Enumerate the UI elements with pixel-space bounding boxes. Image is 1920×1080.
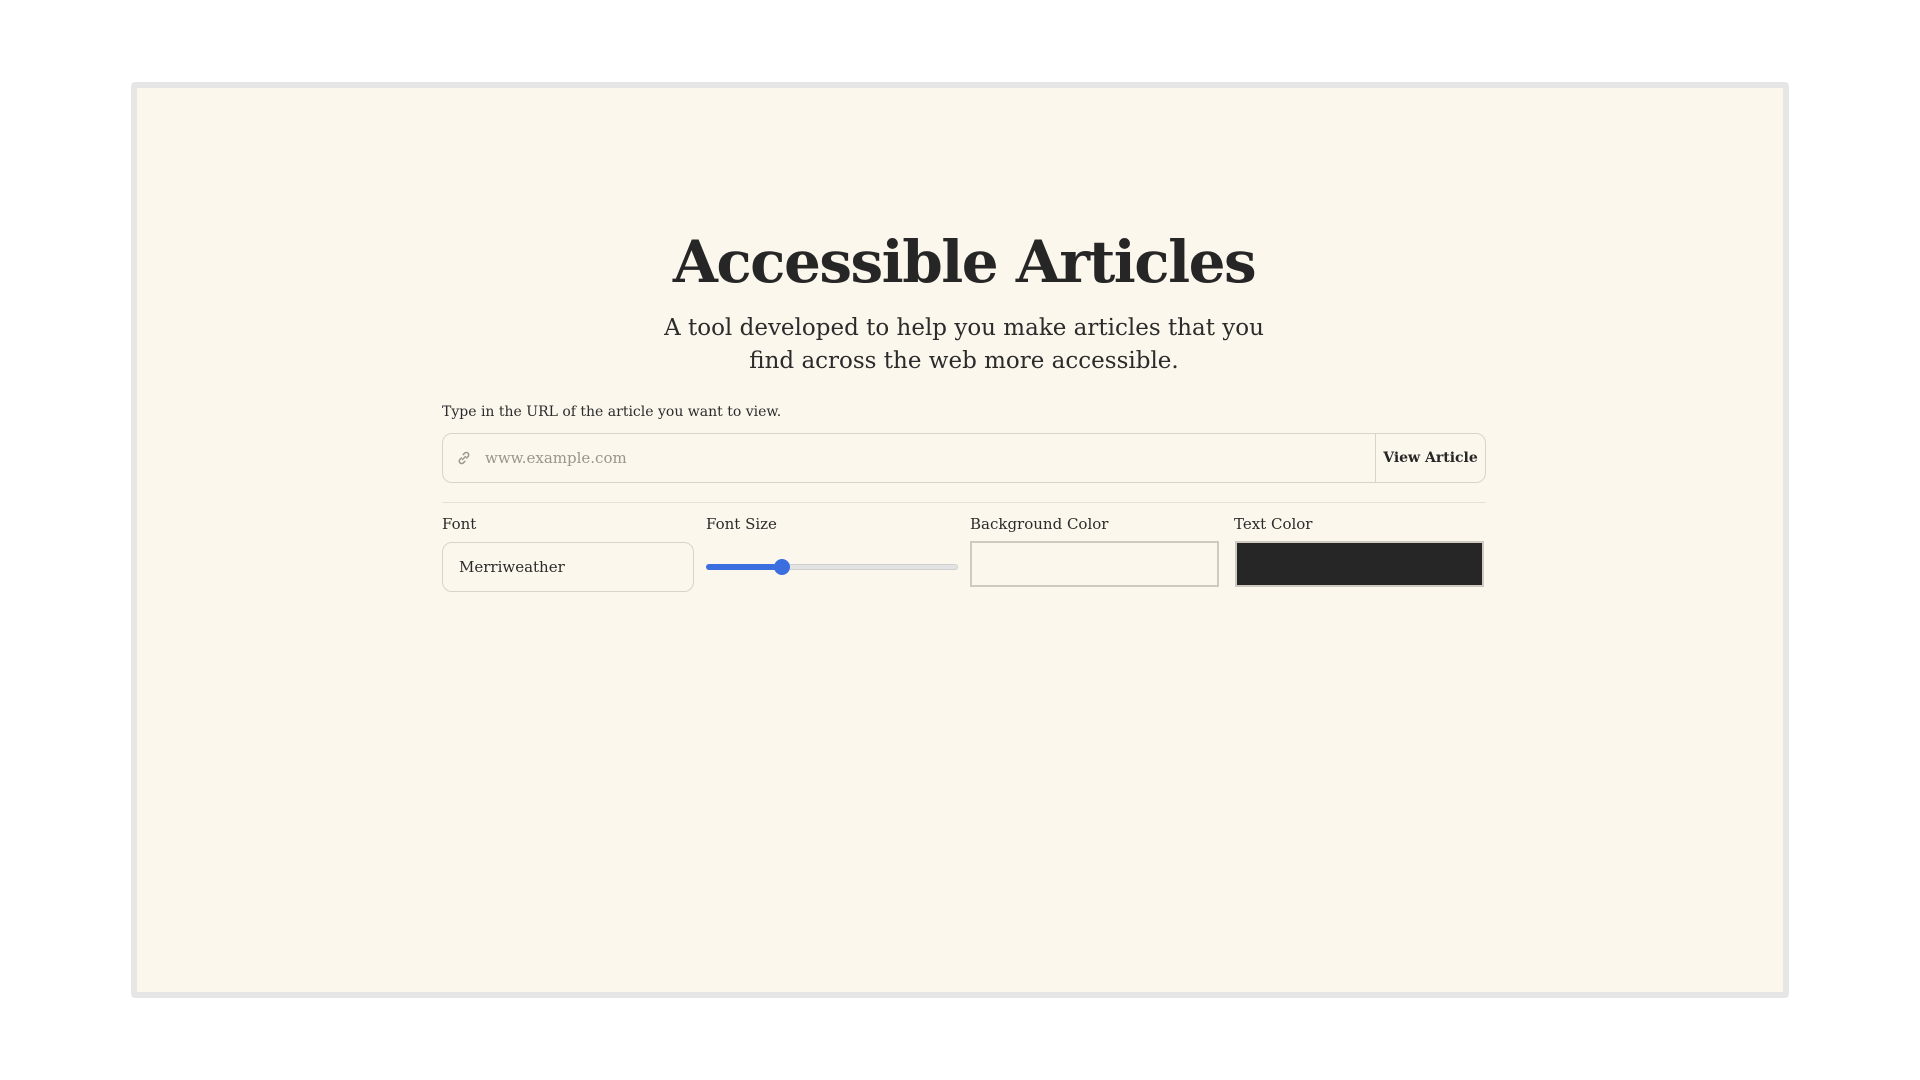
divider xyxy=(442,502,1486,503)
link-icon xyxy=(455,449,473,467)
font-select[interactable]: Merriweather xyxy=(442,542,694,592)
font-size-label: Font Size xyxy=(706,515,777,533)
font-select-value: Merriweather xyxy=(459,558,565,576)
url-input[interactable] xyxy=(485,434,1375,482)
view-article-button[interactable]: View Article xyxy=(1375,434,1485,482)
slider-fill xyxy=(706,564,782,570)
background-color-label: Background Color xyxy=(970,515,1109,533)
font-size-slider[interactable] xyxy=(706,559,958,575)
url-form: View Article xyxy=(442,433,1486,483)
text-color-label: Text Color xyxy=(1234,515,1313,533)
url-input-wrapper xyxy=(443,434,1375,482)
url-label: Type in the URL of the article you want … xyxy=(442,404,782,420)
font-label: Font xyxy=(442,515,477,533)
background-color-swatch[interactable] xyxy=(970,541,1219,587)
page-subtitle: A tool developed to help you make articl… xyxy=(664,315,1264,374)
page-title: Accessible Articles xyxy=(672,228,1257,296)
text-color-swatch[interactable] xyxy=(1235,541,1484,587)
slider-thumb[interactable] xyxy=(774,559,790,575)
app-window: Accessible Articles A tool developed to … xyxy=(131,82,1789,998)
